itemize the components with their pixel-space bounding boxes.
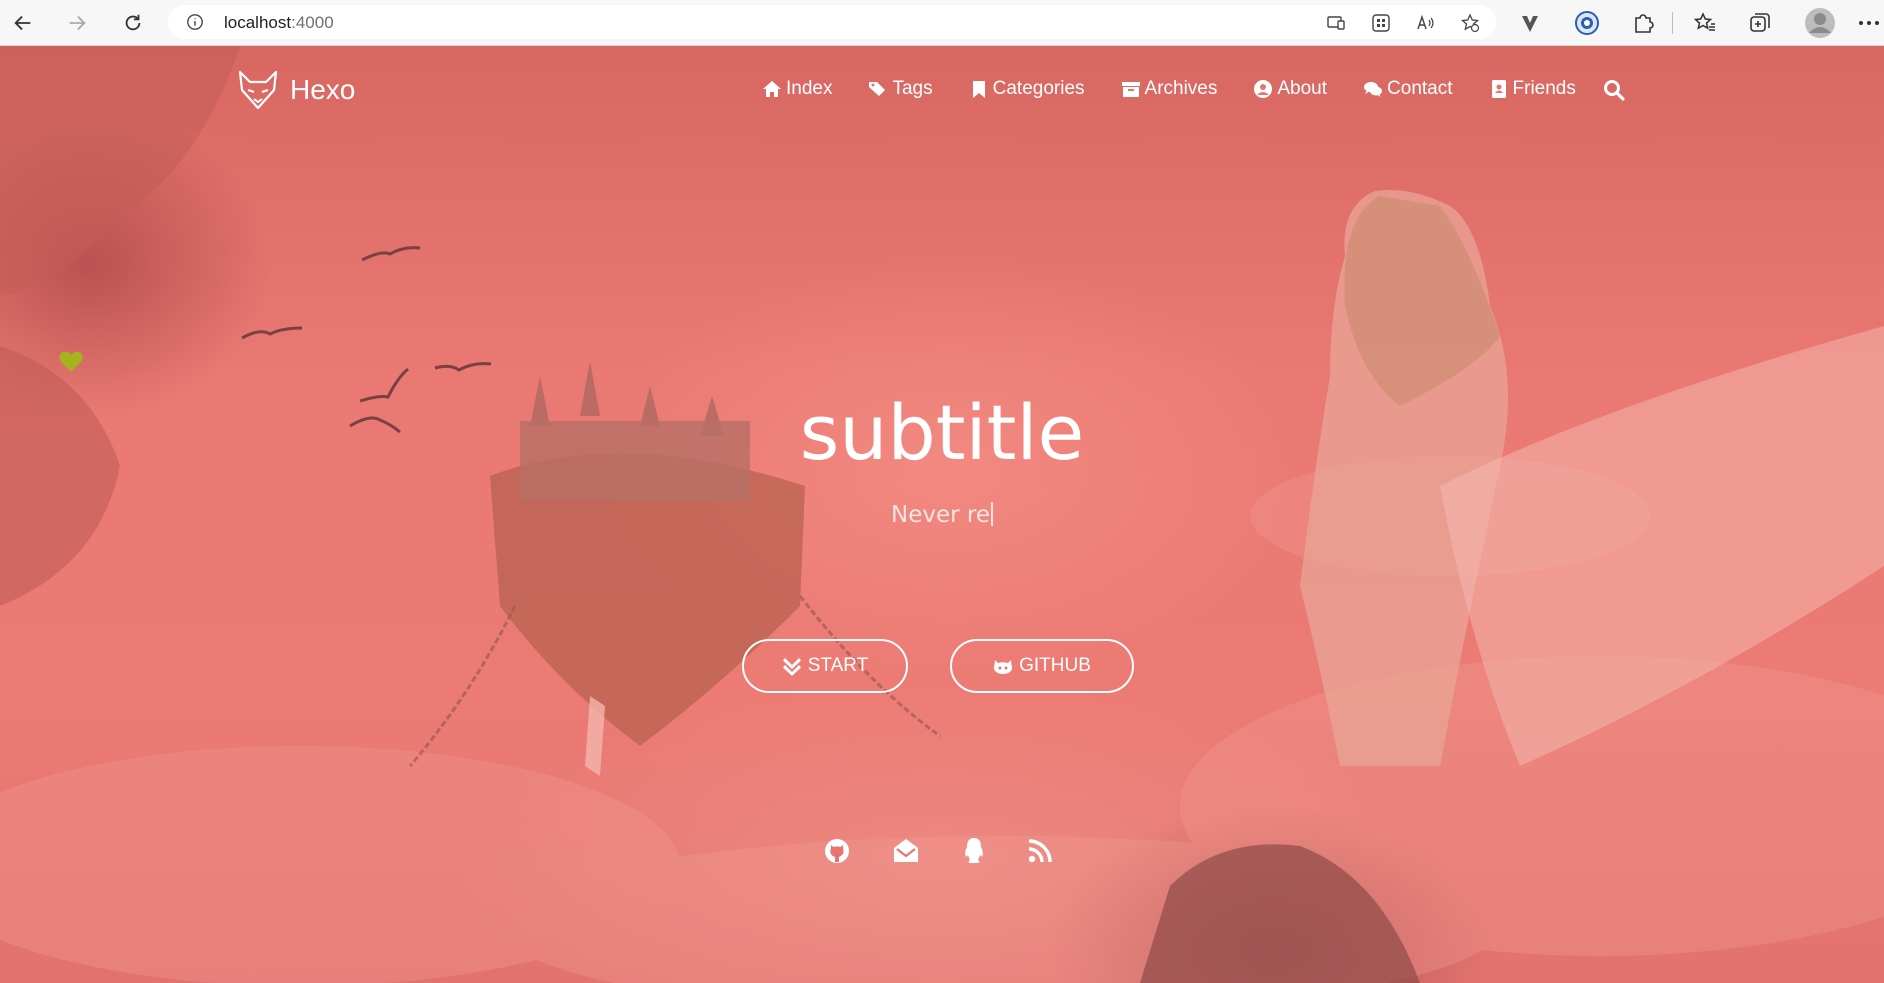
nav-label: Tags	[892, 78, 933, 99]
nav-item-about[interactable]: About	[1253, 78, 1327, 100]
nav-label: Contact	[1387, 78, 1453, 99]
nav-label: About	[1277, 78, 1328, 99]
url-text: localhost:4000	[224, 13, 334, 32]
archive-icon	[1121, 82, 1140, 97]
github-link[interactable]	[822, 836, 852, 866]
profile-icon[interactable]	[1804, 7, 1836, 39]
double-chevron-down-icon	[782, 658, 801, 676]
typed-subtitle-text: Never re	[891, 502, 990, 528]
favorites-icon[interactable]	[1692, 10, 1718, 36]
github-alt-icon	[993, 660, 1013, 674]
typing-cursor	[991, 502, 993, 526]
search-icon[interactable]	[1602, 78, 1626, 102]
extension-v-icon[interactable]	[1517, 10, 1543, 36]
rss-icon	[1028, 839, 1052, 863]
hero-title: subtitle	[799, 388, 1085, 477]
github-button[interactable]: GITHUB	[950, 639, 1134, 693]
address-book-icon	[1491, 80, 1506, 98]
collections-icon[interactable]	[1747, 10, 1773, 36]
nav-label: Archives	[1144, 78, 1218, 99]
more-icon[interactable]	[1856, 10, 1882, 36]
forward-icon[interactable]	[62, 8, 92, 38]
heart-icon[interactable]	[58, 350, 84, 374]
add-favorite-icon[interactable]	[1460, 13, 1480, 33]
browser-toolbar: localhost:4000	[0, 0, 1884, 46]
site-title: Hexo	[290, 74, 356, 105]
qq-link[interactable]	[959, 836, 989, 866]
edge-shield-icon[interactable]	[1574, 10, 1600, 36]
nav-label: Index	[786, 78, 833, 99]
nav-item-contact[interactable]: Contact	[1363, 78, 1453, 100]
bookmark-icon	[972, 81, 985, 98]
main-nav: Index Tags Categories Archives About Con…	[762, 78, 1612, 100]
email-link[interactable]	[891, 836, 921, 866]
start-button[interactable]: START	[742, 639, 908, 693]
hero-subtitle: Never re	[0, 502, 1884, 528]
github-icon	[825, 839, 849, 863]
address-bar[interactable]: localhost:4000	[168, 5, 1496, 39]
app-available-icon[interactable]	[1326, 13, 1346, 33]
envelope-open-icon	[894, 839, 918, 862]
hero-section: Hexo Index Tags Categories Archives Abou…	[0, 46, 1884, 983]
qq-icon	[965, 838, 983, 863]
start-button-label: START	[807, 655, 869, 676]
extensions-icon[interactable]	[1630, 10, 1656, 36]
toolbar-divider	[1672, 12, 1673, 34]
nav-item-categories[interactable]: Categories	[969, 78, 1085, 100]
nav-item-friends[interactable]: Friends	[1489, 78, 1576, 100]
github-button-label: GITHUB	[1019, 655, 1091, 676]
fox-logo-icon	[238, 70, 278, 110]
user-circle-icon	[1254, 80, 1273, 98]
rss-link[interactable]	[1025, 836, 1055, 866]
home-icon	[763, 81, 781, 97]
nav-label: Friends	[1512, 78, 1576, 99]
nav-label: Categories	[992, 78, 1085, 99]
nav-item-index[interactable]: Index	[762, 78, 832, 100]
nav-item-archives[interactable]: Archives	[1121, 78, 1218, 100]
tags-icon	[869, 82, 886, 96]
site-logo[interactable]: Hexo	[236, 68, 355, 112]
reload-icon[interactable]	[118, 8, 148, 38]
comments-icon	[1364, 82, 1383, 97]
info-icon[interactable]	[186, 13, 204, 31]
back-icon[interactable]	[8, 8, 38, 38]
nav-item-tags[interactable]: Tags	[868, 78, 933, 100]
grid-icon[interactable]	[1371, 13, 1391, 33]
read-aloud-icon[interactable]	[1415, 13, 1435, 33]
